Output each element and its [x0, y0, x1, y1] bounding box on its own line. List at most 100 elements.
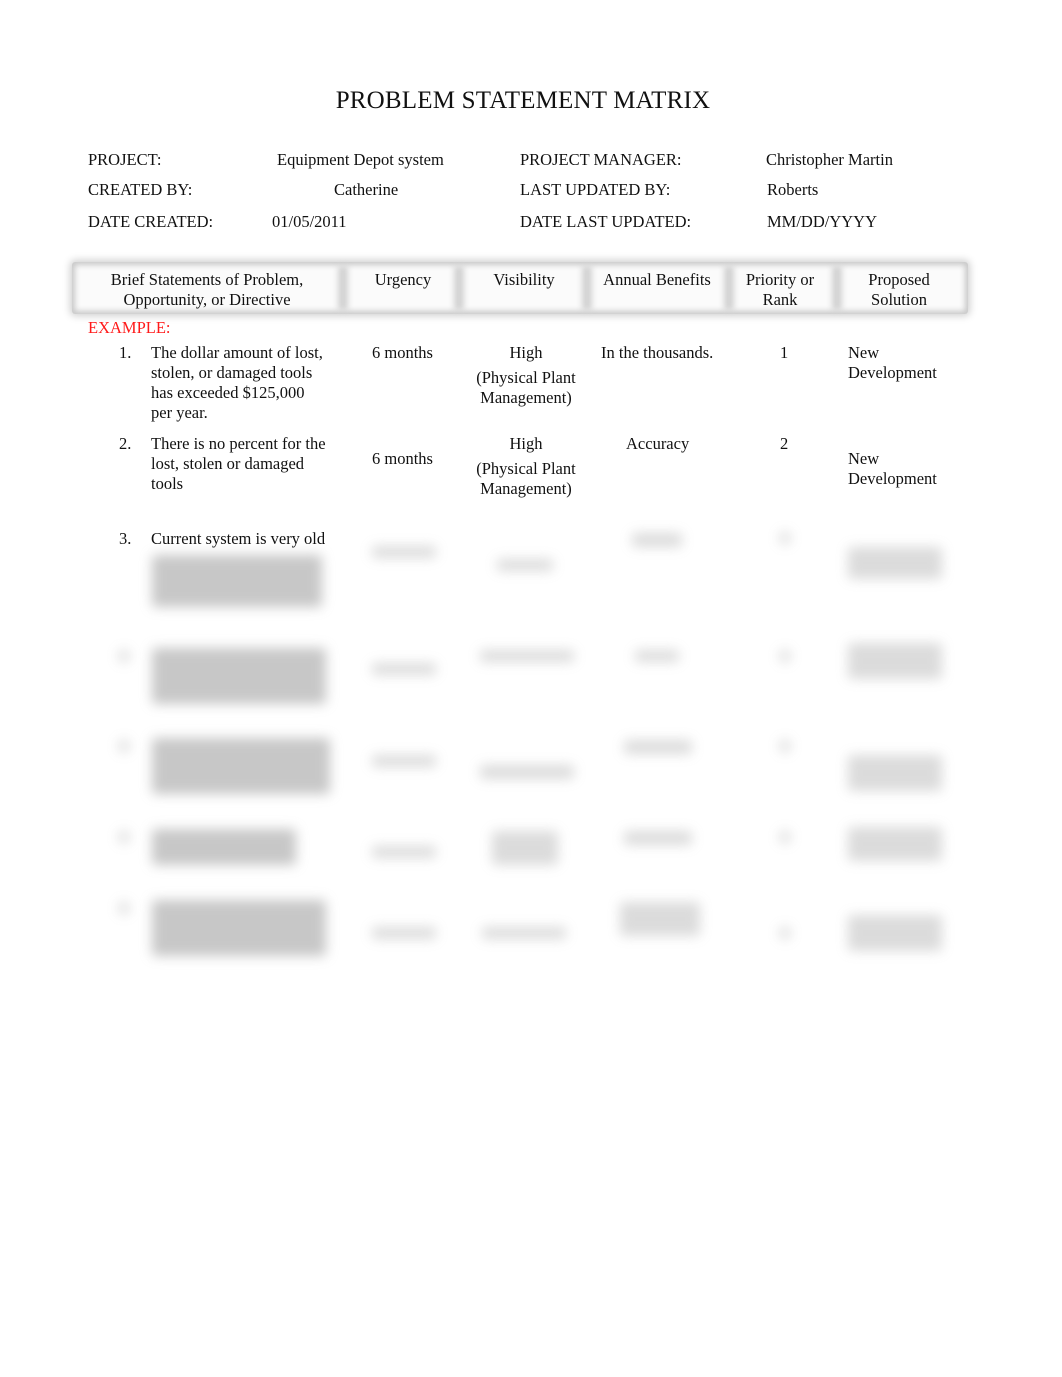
solution-line: Development — [848, 363, 937, 382]
blurred-text — [624, 740, 692, 754]
blurred-text — [372, 546, 436, 558]
date-created-value: 01/05/2011 — [272, 212, 347, 231]
blurred-text — [780, 740, 790, 752]
blurred-text — [480, 765, 574, 779]
visibility-line: Management) — [480, 479, 572, 498]
blurred-text — [119, 902, 129, 914]
last-updated-by-label: LAST UPDATED BY: — [520, 180, 671, 199]
statement-line: tools — [151, 474, 184, 493]
blurred-text — [152, 738, 330, 794]
row-number: 1. — [119, 343, 132, 362]
header-urgency: Urgency — [350, 270, 456, 290]
created-by-value: Catherine — [334, 180, 399, 199]
row-statement: There is no percent for the lost, stolen… — [151, 434, 326, 494]
blurred-text — [624, 831, 692, 845]
date-last-updated-label: DATE LAST UPDATED: — [520, 212, 692, 231]
statement-line: per year. — [151, 403, 208, 422]
blurred-text — [152, 829, 296, 865]
blurred-text — [372, 663, 436, 675]
blurred-text — [119, 831, 129, 843]
row-statement: Current system is very old — [151, 529, 326, 548]
visibility-line: (Physical Plant — [476, 459, 576, 478]
blurred-text — [780, 927, 790, 939]
blurred-text — [848, 547, 942, 579]
row-number: 3. — [119, 529, 132, 548]
header-visibility: Visibility — [466, 270, 582, 290]
row-visibility: High (Physical Plant Management) — [466, 434, 586, 499]
visibility-line: High — [509, 343, 543, 362]
blurred-text — [635, 650, 679, 662]
row-annual-benefits: Accuracy — [626, 434, 690, 453]
header-line: Rank — [762, 290, 798, 309]
header-line: Priority or — [745, 270, 815, 289]
statement-line: The dollar amount of lost, — [151, 343, 323, 362]
row-urgency: 6 months — [372, 449, 433, 468]
last-updated-by-value: Roberts — [767, 180, 819, 199]
header-statement: Brief Statements of Problem, Opportunity… — [82, 270, 332, 310]
header-line: Brief Statements of Problem, — [110, 270, 304, 289]
statement-line: lost, stolen or damaged — [151, 454, 305, 473]
column-divider — [338, 266, 348, 310]
header-line: Proposed — [868, 270, 930, 289]
blurred-text — [848, 643, 942, 679]
blurred-text — [780, 831, 790, 843]
table-header: Brief Statements of Problem, Opportunity… — [72, 262, 968, 314]
blurred-text — [848, 915, 942, 951]
blurred-text — [492, 831, 558, 865]
project-manager-value: Christopher Martin — [766, 150, 893, 169]
blurred-text — [119, 740, 129, 752]
blurred-text — [480, 650, 574, 662]
date-created-label: DATE CREATED: — [88, 212, 214, 231]
project-manager-label: PROJECT MANAGER: — [520, 150, 682, 169]
project-value: Equipment Depot system — [277, 150, 444, 169]
example-label: EXAMPLE: — [88, 318, 171, 337]
column-divider — [582, 266, 592, 310]
blurred-text — [780, 650, 790, 662]
row-urgency: 6 months — [372, 343, 433, 362]
statement-line: There is no percent for the — [151, 434, 326, 453]
blurred-text — [119, 650, 129, 662]
column-divider — [832, 266, 842, 310]
project-label: PROJECT: — [88, 150, 162, 169]
blurred-text — [620, 902, 700, 936]
row-annual-benefits: In the thousands. — [601, 343, 714, 362]
blurred-text — [632, 533, 682, 547]
header-annual-benefits: Annual Benefits — [592, 270, 722, 290]
header-line: Solution — [871, 290, 927, 309]
blurred-text — [780, 532, 790, 544]
visibility-line: (Physical Plant — [476, 368, 576, 387]
header-line: Annual Benefits — [603, 270, 711, 289]
row-priority: 1 — [780, 343, 789, 362]
blurred-text — [482, 927, 566, 939]
visibility-line: High — [509, 434, 543, 453]
blurred-text — [497, 559, 553, 571]
created-by-label: CREATED BY: — [88, 180, 193, 199]
row-number: 2. — [119, 434, 132, 453]
solution-line: Development — [848, 469, 937, 488]
date-last-updated-value: MM/DD/YYYY — [767, 212, 878, 231]
visibility-line: Management) — [480, 388, 572, 407]
blurred-text — [372, 755, 436, 767]
row-priority: 2 — [780, 434, 789, 453]
blurred-text — [152, 555, 322, 607]
header-line: Opportunity, or Directive — [123, 290, 291, 309]
header-line: Urgency — [374, 270, 432, 289]
statement-line: has exceeded $125,000 — [151, 383, 305, 402]
row-solution: New Development — [848, 449, 937, 489]
row-visibility: High (Physical Plant Management) — [466, 343, 586, 408]
blurred-text — [372, 846, 436, 858]
header-line: Visibility — [493, 270, 555, 289]
column-divider — [724, 266, 734, 310]
solution-line: New — [848, 343, 880, 362]
blurred-text — [848, 755, 942, 791]
solution-line: New — [848, 449, 880, 468]
blurred-text — [152, 900, 326, 956]
row-solution: New Development — [848, 343, 937, 383]
row-statement: The dollar amount of lost, stolen, or da… — [151, 343, 323, 423]
statement-line: stolen, or damaged tools — [151, 363, 313, 382]
blurred-text — [372, 927, 436, 939]
page-title: PROBLEM STATEMENT MATRIX — [335, 87, 711, 114]
blurred-text — [848, 827, 942, 861]
header-proposed-solution: Proposed Solution — [844, 270, 954, 310]
blurred-text — [152, 648, 326, 704]
